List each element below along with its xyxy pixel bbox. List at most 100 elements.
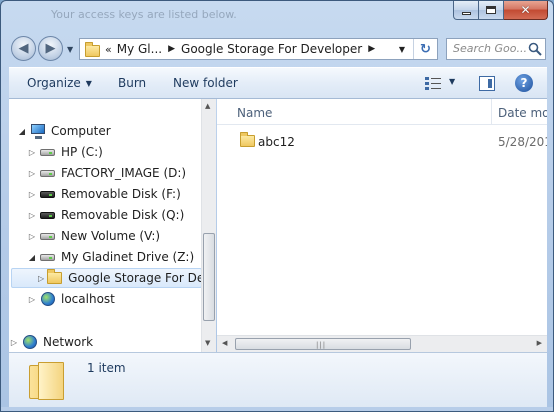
burn-button[interactable]: Burn <box>118 76 146 90</box>
tree-item-gladinet-z[interactable]: ◢ My Gladinet Drive (Z:) <box>27 247 215 267</box>
tree-item-computer[interactable]: ◢ Computer <box>17 121 210 141</box>
refresh-icon[interactable]: ↻ <box>413 39 437 59</box>
file-date: 5/28/2010 <box>498 135 547 149</box>
breadcrumb-google-storage[interactable]: Google Storage For Developer <box>181 42 362 56</box>
expand-arrow-icon[interactable]: ▷ <box>27 232 37 241</box>
hard-drive-icon <box>39 228 57 244</box>
address-dropdown-icon[interactable]: ▼ <box>393 39 411 59</box>
tree-item-hp-c[interactable]: ▷ HP (C:) <box>27 142 215 162</box>
breadcrumb-my-gladinet[interactable]: My Gl... <box>117 42 162 56</box>
address-overflow[interactable]: « <box>105 43 112 56</box>
command-bar: Organize ▼ Burn New folder ▼ ? <box>9 67 547 99</box>
new-folder-button[interactable]: New folder <box>173 76 238 90</box>
tree-item-localhost[interactable]: ▷ localhost <box>27 289 215 309</box>
network-icon <box>21 334 39 350</box>
navigation-pane-scrollbar[interactable]: ▲ ▼ <box>201 99 216 352</box>
scroll-left-icon[interactable]: ◀ <box>222 339 227 347</box>
tree-item-label: Computer <box>51 124 111 138</box>
search-placeholder: Search Goo... <box>453 42 528 55</box>
close-button[interactable]: ✕ <box>504 1 548 20</box>
tree-item-label: Removable Disk (Q:) <box>61 208 185 222</box>
computer-icon <box>29 123 47 139</box>
expand-arrow-icon[interactable]: ▷ <box>38 274 44 283</box>
explorer-window: Your access keys are listed below. ✕ ◀ ▶… <box>0 0 554 412</box>
window-frame-bottom <box>1 407 553 411</box>
tree-item-label: Google Storage For Developer <box>68 271 215 285</box>
search-icon[interactable] <box>528 42 542 56</box>
shared-folder-icon <box>239 132 256 149</box>
removable-drive-icon <box>39 207 57 223</box>
breadcrumb-arrow-icon[interactable]: ▶ <box>168 44 175 54</box>
tree-item-label: FACTORY_IMAGE (D:) <box>61 166 187 180</box>
expand-arrow-icon[interactable]: ▷ <box>27 169 37 178</box>
column-header: Name Date modified <box>217 99 547 125</box>
list-item[interactable]: abc12 5/28/2010 <box>217 132 547 152</box>
chevron-down-icon: ▼ <box>85 79 92 88</box>
views-dropdown-icon[interactable]: ▼ <box>449 77 455 86</box>
details-pane: 1 item <box>9 352 547 407</box>
tree-item-label: Removable Disk (F:) <box>61 187 181 201</box>
maximize-icon <box>486 6 496 14</box>
address-bar[interactable]: « My Gl... ▶ Google Storage For Develope… <box>79 38 438 60</box>
maximize-button[interactable] <box>479 1 504 20</box>
search-input[interactable]: Search Goo... <box>446 38 546 60</box>
expand-arrow-icon[interactable]: ▷ <box>27 295 37 304</box>
network-location-icon <box>39 291 57 307</box>
item-count: 1 item <box>87 361 126 375</box>
minimize-button[interactable] <box>453 1 479 20</box>
preview-pane-icon[interactable] <box>479 76 495 91</box>
folder-icon <box>46 269 64 286</box>
tree-item-label: Network <box>43 335 94 349</box>
scroll-down-icon[interactable]: ▼ <box>205 339 210 347</box>
background-text: Your access keys are listed below. <box>51 8 237 21</box>
change-view-icon[interactable] <box>425 76 441 90</box>
forward-button[interactable]: ▶ <box>38 36 63 61</box>
network-drive-icon <box>39 249 57 265</box>
title-bar[interactable]: Your access keys are listed below. ✕ <box>1 1 553 31</box>
navigation-bar: ◀ ▶ ▼ « My Gl... ▶ Google Storage For De… <box>1 31 553 65</box>
column-date-modified[interactable]: Date modified <box>498 106 547 120</box>
scrollbar-thumb[interactable]: ||| <box>235 338 411 350</box>
tree-item-factory-image-d[interactable]: ▷ FACTORY_IMAGE (D:) <box>27 163 215 183</box>
tree-item-removable-q[interactable]: ▷ Removable Disk (Q:) <box>27 205 215 225</box>
file-name: abc12 <box>258 135 295 149</box>
tree-item-removable-f[interactable]: ▷ Removable Disk (F:) <box>27 184 215 204</box>
expand-arrow-icon[interactable]: ▷ <box>9 338 19 347</box>
column-divider[interactable] <box>491 99 492 125</box>
collapse-arrow-icon[interactable]: ◢ <box>27 253 37 262</box>
horizontal-scrollbar[interactable]: ◀ ||| ▶ <box>217 335 547 352</box>
expand-arrow-icon[interactable]: ▷ <box>27 190 37 199</box>
tree-item-label: My Gladinet Drive (Z:) <box>61 250 195 264</box>
close-icon: ✕ <box>520 3 531 17</box>
forward-arrow-icon: ▶ <box>45 41 56 56</box>
back-arrow-icon: ◀ <box>18 41 29 56</box>
removable-drive-icon <box>39 186 57 202</box>
minimize-icon <box>461 11 471 15</box>
organize-label: Organize <box>27 76 81 90</box>
breadcrumb-arrow-icon[interactable]: ▶ <box>368 44 375 54</box>
grip-icon: ||| <box>316 341 327 349</box>
tree-item-label: New Volume (V:) <box>61 229 161 243</box>
expand-arrow-icon[interactable]: ▷ <box>27 211 37 220</box>
hard-drive-icon <box>39 165 57 181</box>
tree-item-new-volume-v[interactable]: ▷ New Volume (V:) <box>27 226 215 246</box>
expand-arrow-icon[interactable]: ▷ <box>27 148 37 157</box>
organize-menu[interactable]: Organize ▼ <box>27 76 92 90</box>
help-icon[interactable]: ? <box>515 74 533 92</box>
back-button[interactable]: ◀ <box>11 36 36 61</box>
column-name[interactable]: Name <box>237 106 272 120</box>
tree-item-label: localhost <box>61 292 115 306</box>
navigation-pane: ◢ Computer ▷ HP (C:) ▷ FACTORY_IMAGE (D:… <box>9 99 216 352</box>
collapse-arrow-icon[interactable]: ◢ <box>17 127 27 136</box>
tree-item-network[interactable]: ▷ Network <box>9 332 202 352</box>
folder-large-icon <box>29 361 65 400</box>
tree-item-google-storage[interactable]: ▷ Google Storage For Developer <box>11 268 215 288</box>
tree-item-label: HP (C:) <box>61 145 103 159</box>
scroll-up-icon[interactable]: ▲ <box>205 102 210 110</box>
folder-icon <box>84 41 100 57</box>
scroll-right-icon[interactable]: ▶ <box>537 339 542 347</box>
file-list: Name Date modified abc12 5/28/2010 ◀ |||… <box>217 99 547 352</box>
scrollbar-thumb[interactable] <box>203 233 215 321</box>
recent-pages-dropdown[interactable]: ▼ <box>67 45 73 54</box>
caption-buttons: ✕ <box>453 1 548 21</box>
